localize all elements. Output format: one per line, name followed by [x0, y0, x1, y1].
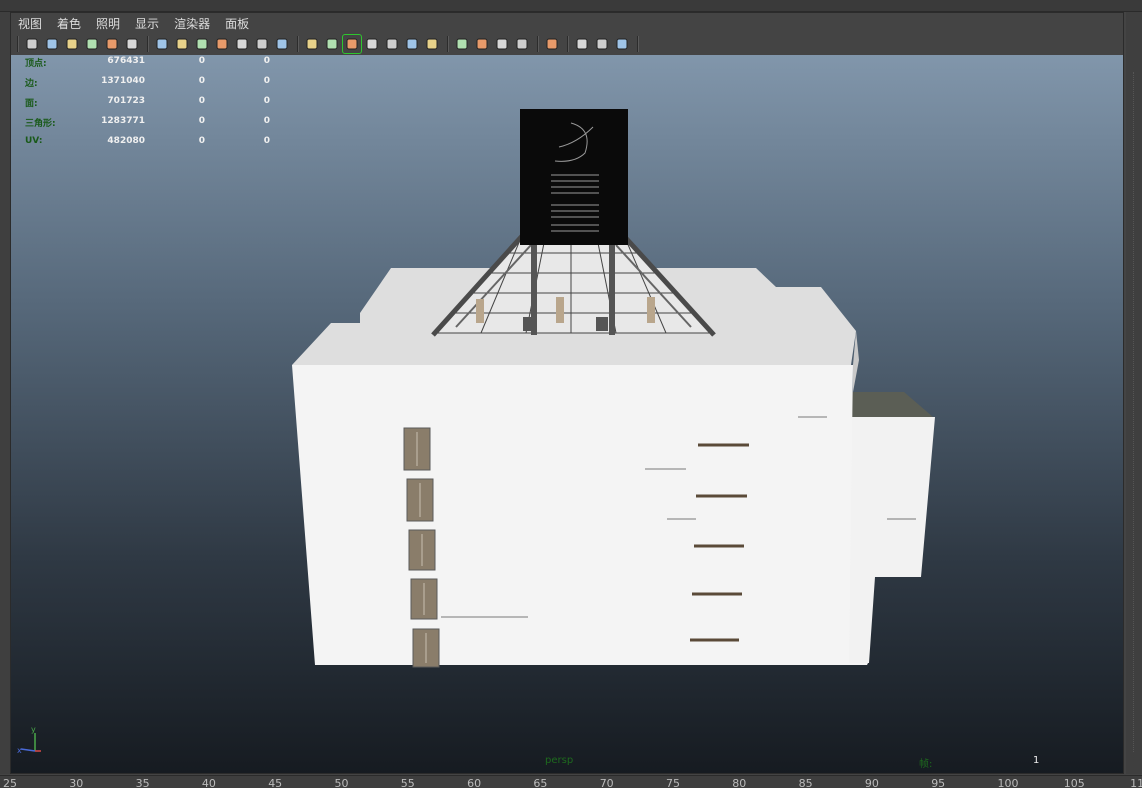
- ruler-tick-label: 50: [334, 777, 349, 788]
- hud-label: UV:: [25, 136, 43, 146]
- textured-icon[interactable]: [383, 35, 401, 53]
- grid-icon[interactable]: [153, 35, 171, 53]
- isolate-select-icon[interactable]: [543, 35, 561, 53]
- hud-value-selected: 0: [198, 116, 205, 126]
- menu-show[interactable]: 显示: [135, 15, 159, 32]
- multisample-aa-icon[interactable]: [513, 35, 531, 53]
- hud-value-component: 0: [263, 56, 270, 66]
- panel-toolbar: [11, 33, 1123, 55]
- xray-icon[interactable]: [573, 35, 591, 53]
- scene-render: [292, 109, 935, 668]
- hud-value-component: 0: [263, 116, 270, 126]
- 2d-pan-zoom-icon[interactable]: [103, 35, 121, 53]
- gate-mask-icon[interactable]: [213, 35, 231, 53]
- time-ruler[interactable]: 25 30 35 40 45 50 55 60 65 70 75 80 85 90 95 100 105 11: [0, 775, 1142, 788]
- field-chart-icon[interactable]: [233, 35, 251, 53]
- toolbar-separator: [147, 36, 149, 52]
- smooth-shade-icon[interactable]: [323, 35, 341, 53]
- bookmark-icon[interactable]: [63, 35, 81, 53]
- ruler-tick-label: 35: [135, 777, 150, 788]
- hud-value-total: 676431: [107, 56, 145, 66]
- building-annex-roof: [849, 392, 933, 417]
- resize-handle[interactable]: [1133, 72, 1135, 752]
- ruler-tick-label: 60: [467, 777, 482, 788]
- axis-y-label: y: [31, 725, 36, 734]
- ruler-tick-label: 100: [997, 777, 1019, 788]
- toolbar-separator: [297, 36, 299, 52]
- toolbar-separator: [637, 36, 639, 52]
- panel-menubar: 视图 着色 照明 显示 渲染器 面板: [11, 13, 1123, 33]
- ruler-tick-label: 85: [798, 777, 813, 788]
- hud-value-component: 0: [263, 96, 270, 106]
- xray-joints-icon[interactable]: [593, 35, 611, 53]
- right-edge-panel: [1126, 12, 1142, 774]
- wireframe-icon[interactable]: [303, 35, 321, 53]
- hud-value-selected: 0: [198, 56, 205, 66]
- shadows-icon[interactable]: [453, 35, 471, 53]
- ruler-tick-label: 90: [864, 777, 879, 788]
- hud-value-component: 0: [263, 136, 270, 146]
- hud-value-total: 1371040: [101, 76, 145, 86]
- toolbar-separator: [17, 36, 19, 52]
- viewport-persp[interactable]: 顶点: 676431 0 0 边: 1371040 0 0 面: 701723 0 0 三角形: 1283…: [11, 55, 1123, 773]
- top-strip: [0, 0, 1142, 12]
- camera-select-icon[interactable]: [23, 35, 41, 53]
- toolbar-separator: [447, 36, 449, 52]
- wireframe-on-shaded-icon[interactable]: [342, 34, 362, 54]
- ruler-tick-label: 65: [533, 777, 548, 788]
- ruler-tick-label: 40: [201, 777, 216, 788]
- axis-x-label: x: [17, 746, 22, 755]
- hud-value-selected: 0: [198, 76, 205, 86]
- ruler-tick-label: 80: [732, 777, 747, 788]
- ruler-tick-label: 11: [1130, 777, 1142, 788]
- hud-value-total: 1283771: [101, 116, 145, 126]
- hud-label: 顶点:: [25, 59, 47, 69]
- hud-value-total: 482080: [107, 136, 145, 146]
- hud-value-selected: 0: [198, 136, 205, 146]
- default-material-icon[interactable]: [363, 35, 381, 53]
- menu-shading[interactable]: 着色: [57, 15, 81, 32]
- hud-label: 边:: [25, 79, 38, 89]
- toolbar-separator: [537, 36, 539, 52]
- view-axis-gizmo: y x: [17, 725, 41, 755]
- ruler-tick-label: 45: [268, 777, 283, 788]
- menu-renderer[interactable]: 渲染器: [174, 15, 210, 32]
- maya-app: 视图 着色 照明 显示 渲染器 面板 顶点: 676431 0 0 边: 137…: [0, 0, 1142, 788]
- ruler-tick-label: 70: [599, 777, 614, 788]
- hud-value-component: 0: [263, 76, 270, 86]
- safe-title-icon[interactable]: [273, 35, 291, 53]
- film-gate-icon[interactable]: [173, 35, 191, 53]
- ruler-tick-label: 75: [666, 777, 680, 788]
- grease-pencil-icon[interactable]: [123, 35, 141, 53]
- ruler-tick-label: 105: [1063, 777, 1085, 788]
- menu-panels[interactable]: 面板: [225, 15, 249, 32]
- ruler-tick-label: 55: [400, 777, 415, 788]
- hud-label: 三角形:: [25, 119, 56, 129]
- building-annex: [849, 417, 935, 663]
- menu-lighting[interactable]: 照明: [96, 15, 120, 32]
- ruler-tick-label: 25: [3, 777, 17, 788]
- all-lights-icon[interactable]: [423, 35, 441, 53]
- building-front: [292, 365, 868, 665]
- camera-name: persp: [545, 755, 574, 766]
- motion-blur-icon[interactable]: [493, 35, 511, 53]
- xray-components-icon[interactable]: [613, 35, 631, 53]
- safe-action-icon[interactable]: [253, 35, 271, 53]
- image-plane-icon[interactable]: [83, 35, 101, 53]
- hud-value-total: 701723: [107, 96, 145, 106]
- hud-value-selected: 0: [198, 96, 205, 106]
- hud-label: 面:: [25, 99, 38, 109]
- frame-value: 1: [1033, 755, 1040, 766]
- ruler-tick-label: 95: [931, 777, 946, 788]
- use-lights-icon[interactable]: [403, 35, 421, 53]
- menu-view[interactable]: 视图: [18, 15, 42, 32]
- ruler-tick-label: 30: [69, 777, 84, 788]
- screen-space-ao-icon[interactable]: [473, 35, 491, 53]
- model-panel: 视图 着色 照明 显示 渲染器 面板 顶点: 676431 0 0 边: 137…: [10, 12, 1124, 774]
- camera-attributes-icon[interactable]: [43, 35, 61, 53]
- frame-label: 帧:: [919, 759, 933, 770]
- left-edge: [0, 12, 10, 774]
- resolution-gate-icon[interactable]: [193, 35, 211, 53]
- toolbar-separator: [567, 36, 569, 52]
